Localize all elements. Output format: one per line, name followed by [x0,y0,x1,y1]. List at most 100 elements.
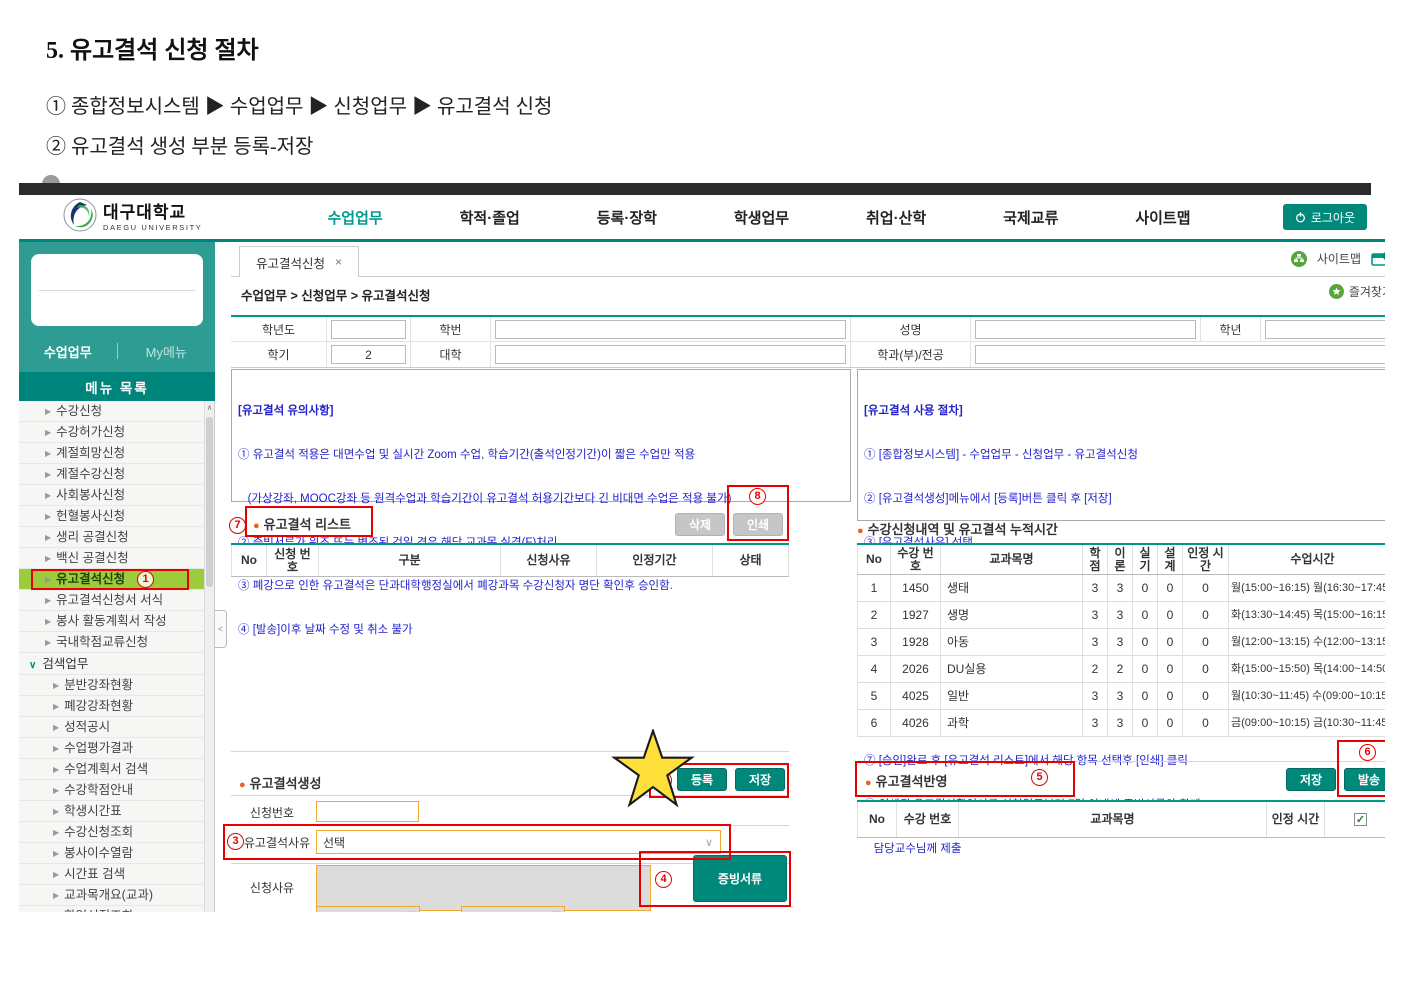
sidebar-group-search[interactable]: ∨검색업무 [19,653,205,675]
table-cell: 3 [1108,629,1133,655]
annotation-3: 3 [227,833,244,850]
scrollbar-thumb[interactable] [206,417,213,587]
arrow-right-icon: ▶ [53,870,59,879]
table-cell: 1 [857,575,891,601]
notice-line: ① [종합정보시스템] - 수업업무 - 신청업무 - 유고결석신청 [864,448,1385,463]
table-cell: 0 [1183,656,1229,682]
column-header: 수강 번호 [897,802,959,837]
sidebar-item[interactable]: ▶시간표 검색 [19,864,205,885]
notice-cautions-title: [유고결석 유의사항] [238,404,844,419]
absence-reason-select[interactable]: 선택 ∨ [316,830,721,854]
notice-line: ③ 폐강으로 인한 유고결석은 단과대학행정실에서 폐강과목 수강신청자 명단 … [238,579,844,594]
sidebar-item[interactable]: ▶봉사이수열람 [19,843,205,864]
table-row: 54025일반33000월(10:30~11:45) 수(09:00~10:15… [857,683,1385,710]
sidebar-item[interactable]: ▶학업성적조회 [19,906,205,912]
application-number-label: 신청번호 [231,799,313,825]
column-header: 교과목명 [959,802,1267,837]
window-top-bar [19,183,1371,195]
term-input[interactable]: 2 [331,345,406,364]
close-all-tabs-icon[interactable] [1371,251,1385,267]
sidebar-item-absence-application[interactable]: ▶유고결석신청1 [19,569,205,590]
sidebar-item[interactable]: ▶백신 공결신청 [19,548,205,569]
print-button[interactable]: 인쇄 [733,513,783,536]
sidebar-info-box[interactable] [31,254,203,326]
column-header: 수업시간 [1229,545,1385,574]
sidebar-item-label: 학생시간표 [64,804,122,818]
sidebar-item[interactable]: ▶계절희망신청 [19,443,205,464]
application-number-input[interactable] [316,801,419,822]
notice-procedure-title: [유고결석 사용 절차] [864,404,1385,419]
sidebar-item[interactable]: ▶수강허가신청 [19,422,205,443]
save-button-apply[interactable]: 저장 [1286,768,1336,791]
annotation-6: 6 [1359,744,1376,761]
sidebar-item[interactable]: ▶사회봉사신청 [19,485,205,506]
grade-input[interactable] [1265,320,1385,339]
period-end-input[interactable]: ▦ [461,906,565,912]
table-cell: 1928 [891,629,941,655]
annotation-8: 8 [749,488,766,505]
sidebar-item[interactable]: ▶폐강강좌현황 [19,696,205,717]
sidebar-item[interactable]: ▶봉사 활동계획서 작성 [19,611,205,632]
sidebar-tab-my-menu[interactable]: My메뉴 [118,342,216,361]
save-button-create[interactable]: 저장 [735,768,785,791]
sidebar-item[interactable]: ▶유고결석신청서 서식 [19,590,205,611]
table-cell: 월(12:00~13:15) 수(12:00~13:15) [1229,629,1385,655]
table-row: 31928아동33000월(12:00~13:15) 수(12:00~13:15… [857,629,1385,656]
sidebar-item[interactable]: ▶헌혈봉사신청 [19,506,205,527]
sidebar-item[interactable]: ▶생리 공결신청 [19,527,205,548]
sidebar-item[interactable]: ▶교과목개요(교과) [19,885,205,906]
sidebar-item[interactable]: ▶수강학점안내 [19,780,205,801]
arrow-right-icon: ▶ [45,596,51,605]
calendar-icon[interactable]: ▦ [551,909,561,912]
sidebar-tab-course-work[interactable]: 수업업무 [19,342,117,361]
chevron-down-icon: ∨ [29,660,36,671]
sidebar-item[interactable]: ▶수업평가결과 [19,738,205,759]
sidebar-item[interactable]: ▶분반강좌현황 [19,675,205,696]
favorites-button[interactable]: 즐겨찾기 [1329,283,1385,300]
table-cell: 3 [1108,602,1133,628]
department-label: 학과(부)/전공 [851,342,971,367]
selected-option: 선택 [323,834,345,851]
sidebar-scrollbar[interactable]: ∧ [204,401,214,912]
attachment-button[interactable]: 증빙서류 [693,855,787,902]
department-input[interactable] [975,345,1385,364]
sidebar-item[interactable]: ▶계절수강신청 [19,464,205,485]
sidebar-collapse-button[interactable]: < [215,610,227,648]
table-cell: 0 [1133,602,1158,628]
menu-group-applications: ▶수강신청▶수강허가신청▶계절희망신청▶계절수강신청▶사회봉사신청▶헌혈봉사신청… [19,401,214,653]
college-input[interactable] [495,345,846,364]
sidebar-item[interactable]: ▶ 학생시간표 [19,801,205,822]
arrow-right-icon: ▶ [53,681,59,690]
delete-button[interactable]: 삭제 [675,513,725,536]
sidebar-item[interactable]: ▶수강신청조회 [19,822,205,843]
year-input[interactable] [331,320,406,339]
detail-reason-textarea[interactable] [316,865,651,911]
arrow-right-icon: ▶ [53,807,59,816]
tab-absence-application[interactable]: 유고결석신청 × [239,246,359,277]
sidebar-item[interactable]: ▶성적공시 [19,717,205,738]
sitemap-label[interactable]: 사이트맵 [1317,250,1361,267]
select-all-checkbox[interactable]: ✓ [1354,813,1367,826]
tab-close-icon[interactable]: × [335,255,342,269]
student-id-input[interactable] [495,320,846,339]
sidebar-item[interactable]: ▶수업계획서 검색 [19,759,205,780]
sidebar-item[interactable]: ▶수강신청 [19,401,205,422]
period-start-input[interactable]: ▦ [316,906,420,912]
notice-line: ② [유고결석생성]메뉴에서 [등록]버튼 클릭 후 [저장] [864,492,1385,507]
sidebar-tabs: 수업업무 My메뉴 [19,334,215,368]
university-logo[interactable]: 대구대학교 DAEGU UNIVERSITY [63,198,202,232]
table-row: 42026DU실용22000화(15:00~15:50) 목(14:00~14:… [857,656,1385,683]
sidebar-item-label: 헌혈봉사신청 [56,509,125,523]
menu-group-search-items: ▶분반강좌현황▶폐강강좌현황▶성적공시▶수업평가결과▶수업계획서 검색▶수강학점… [19,675,214,912]
column-header: 수강 번호 [891,545,941,574]
scroll-up-icon[interactable]: ∧ [205,403,214,412]
calendar-icon[interactable]: ▦ [406,909,416,912]
table-cell: 생태 [941,575,1083,601]
student-id-label: 학번 [411,317,491,341]
table-cell: 3 [1108,710,1133,736]
arrow-right-icon: ▶ [53,765,59,774]
name-input[interactable] [975,320,1196,339]
sidebar-item[interactable]: ▶국내학점교류신청 [19,632,205,653]
send-button[interactable]: 발송 [1344,768,1385,791]
sitemap-icon[interactable] [1291,251,1307,267]
